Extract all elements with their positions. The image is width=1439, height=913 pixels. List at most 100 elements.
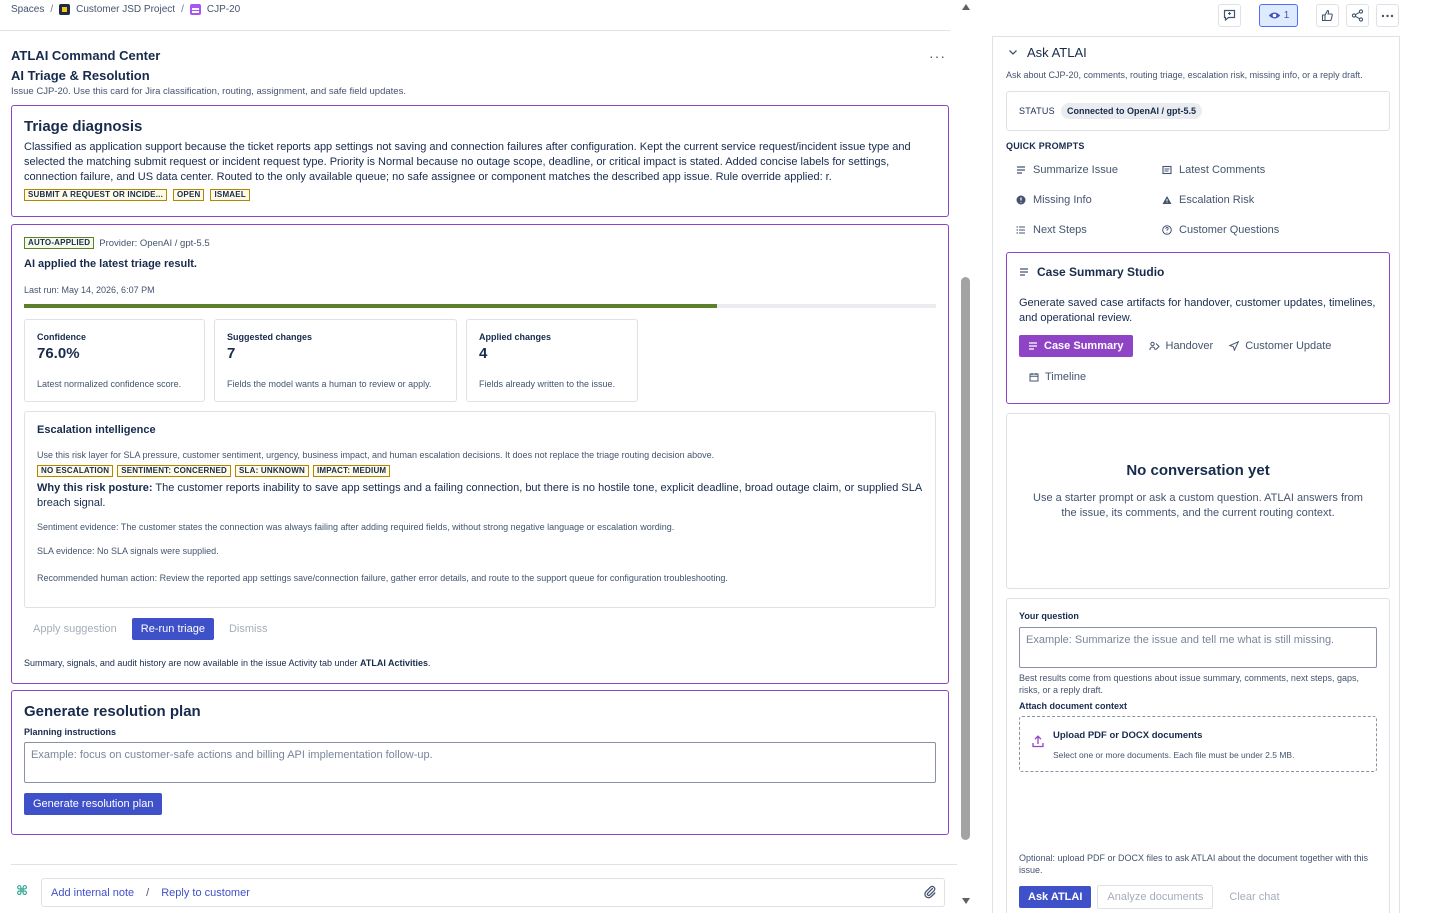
auto-applied-badge: AUTO-APPLIED [24, 237, 95, 249]
question-input[interactable]: Example: Summarize the issue and tell me… [1019, 627, 1377, 668]
customer-update-button[interactable]: Customer Update [1229, 340, 1331, 352]
menu-lines-icon [1020, 268, 1028, 276]
add-internal-note-link[interactable]: Add internal note [51, 887, 134, 899]
handover-button[interactable]: Handover [1148, 340, 1213, 352]
feedback-button[interactable] [1218, 4, 1241, 27]
metric-applied-changes: Applied changes 4 Fields already written… [466, 319, 638, 402]
comment-composer[interactable]: Add internal note / Reply to customer [41, 878, 945, 907]
quick-prompt-summarize-issue[interactable]: Summarize Issue [1016, 164, 1118, 176]
note-suffix: . [428, 658, 431, 668]
question-form: Your question Example: Summarize the iss… [1006, 598, 1390, 913]
attachment-icon[interactable] [924, 885, 936, 902]
chevron-down-icon [1009, 50, 1017, 55]
reply-to-customer-link[interactable]: Reply to customer [161, 887, 250, 899]
atlai-logo-icon: ⌘ [16, 883, 29, 898]
divider [11, 864, 957, 865]
sentiment-evidence: Sentiment evidence: The customer states … [37, 522, 675, 532]
triage-title: Triage diagnosis [24, 118, 143, 135]
document-upload-dropzone[interactable]: Upload PDF or DOCX documents Select one … [1019, 716, 1377, 772]
upload-icon [1032, 735, 1044, 748]
breadcrumb-project[interactable]: Customer JSD Project [76, 4, 175, 15]
bullet-list-icon [1016, 226, 1025, 234]
metric-value: 7 [227, 345, 236, 362]
more-options-button[interactable] [1376, 4, 1399, 27]
question-hint: Best results come from questions about i… [1019, 673, 1359, 695]
feedback-icon [1223, 9, 1236, 22]
breadcrumb-issue[interactable]: CJP-20 [207, 4, 240, 15]
quick-prompt-latest-comments[interactable]: Latest Comments [1162, 164, 1265, 176]
ask-atlai-sidebar: 1 Ask ATLAI Ask about CJP-20, comments, … [992, 0, 1439, 913]
watch-button[interactable]: 1 [1259, 4, 1298, 27]
triage-diagnosis-card: Triage diagnosis Classified as applicati… [11, 105, 949, 217]
like-button[interactable] [1316, 4, 1339, 27]
watch-count: 1 [1283, 10, 1290, 21]
optional-upload-note: Optional: upload PDF or DOCX files to as… [1019, 853, 1369, 875]
planning-instructions-input[interactable]: Example: focus on customer-safe actions … [24, 742, 936, 783]
dismiss-button[interactable]: Dismiss [229, 623, 268, 635]
list-icon [1017, 166, 1025, 174]
more-icon [1381, 14, 1394, 17]
analyze-documents-button[interactable]: Analyze documents [1097, 885, 1214, 909]
studio-options-row-2: Timeline [1019, 371, 1377, 383]
clear-chat-button[interactable]: Clear chat [1219, 891, 1279, 903]
quick-prompt-label: Summarize Issue [1033, 164, 1118, 176]
quick-prompt-escalation-risk[interactable]: Escalation Risk [1162, 194, 1254, 206]
empty-title: No conversation yet [1126, 462, 1270, 479]
impact-tag: IMPACT: MEDIUM [312, 465, 391, 477]
last-run-text: Last run: May 14, 2026, 6:07 PM [24, 285, 155, 295]
scroll-down-arrow[interactable] [962, 898, 970, 904]
status-pill: Connected to OpenAI / gpt-5.5 [1060, 103, 1202, 119]
ask-atlai-button[interactable]: Ask ATLAI [1019, 886, 1092, 908]
calendar-icon [1029, 373, 1039, 382]
escalation-tag: NO ESCALATION [37, 465, 114, 477]
warning-icon [1162, 196, 1172, 204]
assignee-tag: ISMAEL [210, 189, 250, 201]
metric-label: Confidence [37, 332, 87, 342]
triage-body: Classified as application support becaus… [24, 141, 911, 183]
studio-title: Case Summary Studio [1037, 265, 1165, 279]
apply-suggestion-button[interactable]: Apply suggestion [33, 623, 117, 635]
escalation-tags: NO ESCALATION SENTIMENT: CONCERNED SLA: … [37, 465, 923, 477]
quick-prompts-title: QUICK PROMPTS [1006, 141, 1085, 151]
empty-text: Use a starter prompt or ask a custom que… [1033, 492, 1363, 519]
timeline-button[interactable]: Timeline [1029, 371, 1086, 383]
quick-prompt-label: Customer Questions [1179, 224, 1280, 236]
generate-resolution-plan-button[interactable]: Generate resolution plan [24, 793, 163, 815]
status-box: STATUS Connected to OpenAI / gpt-5.5 [1006, 91, 1390, 131]
metric-suggested-changes: Suggested changes 7 Fields the model wan… [214, 319, 457, 402]
progress-fill [24, 304, 718, 308]
info-icon [1016, 195, 1026, 205]
rerun-triage-button[interactable]: Re-run triage [131, 618, 214, 640]
scroll-up-arrow[interactable] [962, 4, 970, 10]
quick-prompt-label: Latest Comments [1179, 164, 1266, 176]
breadcrumb-spaces[interactable]: Spaces [11, 4, 44, 15]
request-type-tag: SUBMIT A REQUEST OR INCIDE... [24, 189, 167, 201]
ask-atlai-header[interactable]: Ask ATLAI [1008, 45, 1087, 60]
people-icon [1148, 341, 1160, 351]
breadcrumb-separator: / [181, 4, 184, 15]
scroll-thumb[interactable] [961, 277, 970, 840]
share-button[interactable] [1346, 4, 1369, 27]
upload-title: Upload PDF or DOCX documents [1053, 730, 1203, 741]
panel-description: Issue CJP-20. Use this card for Jira cla… [11, 86, 406, 97]
status-label: STATUS [1019, 106, 1055, 116]
quick-prompt-missing-info[interactable]: Missing Info [1016, 194, 1092, 206]
more-actions-button[interactable]: ··· [929, 48, 946, 64]
metric-desc: Fields already written to the issue. [479, 379, 616, 389]
sla-evidence: SLA evidence: No SLA signals were suppli… [37, 546, 219, 556]
project-icon [59, 4, 71, 15]
escalation-desc: Use this risk layer for SLA pressure, cu… [37, 450, 715, 460]
status-tag: OPEN [173, 189, 205, 201]
breadcrumb: Spaces / Customer JSD Project / CJP-20 [11, 4, 240, 15]
quick-prompt-customer-questions[interactable]: Customer Questions [1162, 224, 1279, 236]
main-pane: Spaces / Customer JSD Project / CJP-20 A… [0, 0, 958, 913]
quick-prompt-next-steps[interactable]: Next Steps [1016, 224, 1087, 236]
eye-icon [1268, 12, 1280, 19]
quick-prompt-label: Missing Info [1033, 194, 1092, 206]
ask-description: Ask about CJP-20, comments, routing tria… [1006, 70, 1363, 80]
triage-actions: Apply suggestion Re-run triage Dismiss [24, 618, 936, 640]
ask-title: Ask ATLAI [1027, 45, 1087, 60]
quick-prompt-label: Escalation Risk [1179, 194, 1255, 206]
issue-toolbar: 1 [1218, 4, 1399, 27]
case-summary-button[interactable]: Case Summary [1019, 335, 1133, 357]
